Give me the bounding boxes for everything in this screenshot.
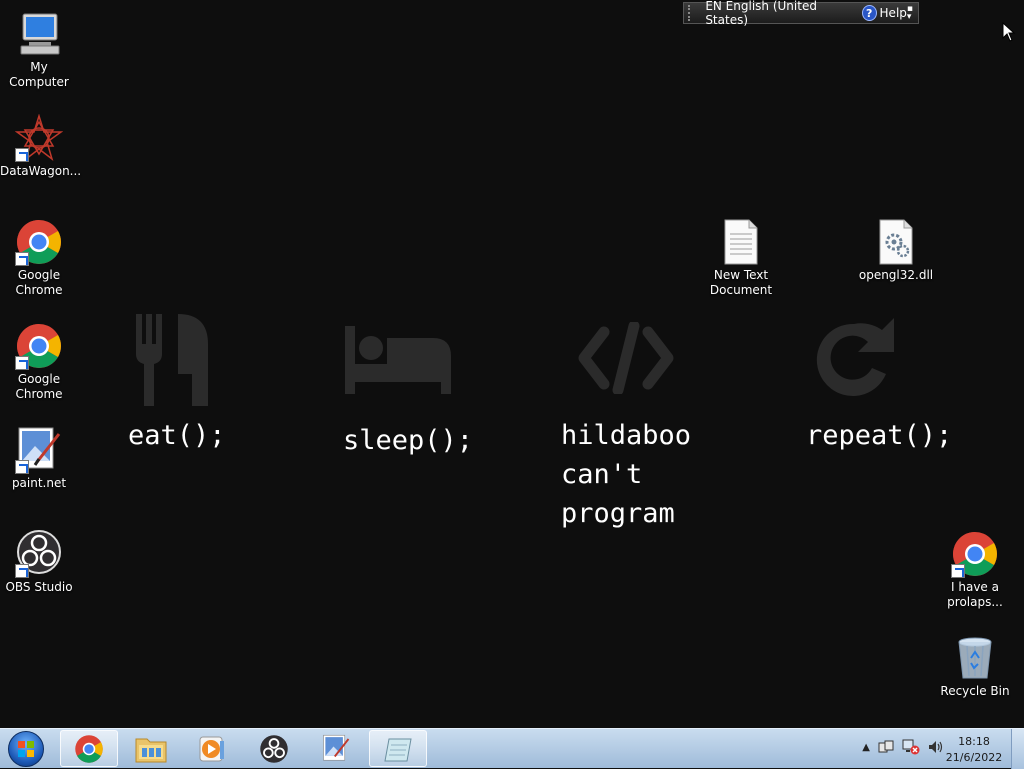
icon-label: paint.net <box>11 476 67 490</box>
desktop-icon-opengl32-dll[interactable]: opengl32.dll <box>857 218 935 283</box>
wallpaper-sleep-text: sleep(); <box>343 425 474 456</box>
code-brackets-icon <box>578 322 674 394</box>
taskbar-explorer-button[interactable] <box>122 730 180 767</box>
icon-label: Recycle Bin <box>940 684 1010 698</box>
text-file-icon <box>717 218 765 266</box>
shortcut-arrow-icon <box>15 564 29 578</box>
taskbar-paintnet-button[interactable] <box>307 730 365 767</box>
datawagon-icon <box>14 113 64 162</box>
clock[interactable]: 18:18 21/6/2022 <box>944 734 1004 766</box>
network-disconnected-icon[interactable] <box>902 739 920 755</box>
grip-handle[interactable] <box>688 5 697 21</box>
fork-knife-icon <box>136 314 208 406</box>
show-hidden-icons-icon[interactable]: ▲ <box>862 742 870 753</box>
obs-icon <box>260 734 288 763</box>
icon-label: New Text Document <box>709 268 773 297</box>
desktop-icon-new-text-document[interactable]: New Text Document <box>702 218 780 298</box>
chrome-icon <box>75 734 103 763</box>
desktop-icon-google-chrome-2[interactable]: Google Chrome <box>0 322 78 402</box>
notepad-icon <box>384 738 412 761</box>
folder-icon <box>135 738 167 762</box>
desktop-icon-paintnet[interactable]: paint.net <box>0 426 78 491</box>
shortcut-arrow-icon <box>15 148 29 162</box>
language-indicator[interactable]: EN English (United States) <box>705 0 849 27</box>
desktop-icon-my-computer[interactable]: My Computer <box>0 10 78 90</box>
icon-label: DataWagon... <box>0 164 82 178</box>
wallpaper-repeat-text: repeat(); <box>806 420 953 451</box>
media-player-icon <box>199 736 224 761</box>
wallpaper-eat-text: eat(); <box>128 420 226 451</box>
icon-label: opengl32.dll <box>858 268 934 282</box>
desktop-icon-datawagon[interactable]: DataWagon... <box>0 113 82 179</box>
bed-icon <box>345 326 451 394</box>
mouse-cursor-icon <box>1002 22 1016 42</box>
recycle-bin-icon <box>951 634 999 682</box>
clock-date: 21/6/2022 <box>945 751 1003 764</box>
taskbar: ▲ 18:18 21/6/2022 <box>0 728 1024 769</box>
taskbar-chrome-button[interactable] <box>60 730 118 767</box>
icon-label: OBS Studio <box>5 580 73 594</box>
wallpaper-code-text: hildaboo can't program <box>561 420 692 529</box>
shortcut-arrow-icon <box>951 564 965 578</box>
volume-icon[interactable] <box>928 739 944 755</box>
shortcut-arrow-icon <box>15 252 29 266</box>
chrome-icon <box>15 322 63 370</box>
desktop-icon-google-chrome[interactable]: Google Chrome <box>0 218 78 298</box>
dll-file-icon <box>872 218 920 266</box>
desktop-icon-recycle-bin[interactable]: Recycle Bin <box>936 634 1014 699</box>
action-center-icon[interactable] <box>878 740 894 754</box>
system-tray: ▲ <box>862 739 944 755</box>
taskbar-media-player-button[interactable] <box>183 730 241 767</box>
windows-logo-icon <box>8 731 44 767</box>
icon-label: My Computer <box>9 60 69 89</box>
icon-label: Google Chrome <box>15 268 63 297</box>
obs-icon <box>15 530 63 578</box>
chrome-icon <box>15 218 63 266</box>
chrome-icon <box>951 530 999 578</box>
clock-time: 18:18 <box>958 735 990 748</box>
shortcut-arrow-icon <box>15 356 29 370</box>
taskbar-obs-button[interactable] <box>245 730 303 767</box>
shortcut-arrow-icon <box>15 460 29 474</box>
taskbar-notepad-button[interactable] <box>369 730 427 767</box>
icon-label: I have a prolaps... <box>947 580 1003 609</box>
repeat-arrow-icon <box>816 318 894 396</box>
desktop-icon-chrome-prolaps[interactable]: I have a prolaps... <box>936 530 1014 610</box>
language-bar[interactable]: EN English (United States) ? Help ▪ ▾ <box>683 0 919 27</box>
help-button[interactable]: Help <box>880 6 907 20</box>
icon-label: Google Chrome <box>15 372 63 401</box>
desktop-icon-obs-studio[interactable]: OBS Studio <box>0 530 78 595</box>
paintnet-icon <box>323 734 350 761</box>
computer-icon <box>15 10 63 58</box>
options-icon[interactable]: ▪ ▾ <box>907 5 913 22</box>
show-desktop-button[interactable] <box>1011 729 1024 769</box>
paintnet-icon <box>15 426 63 474</box>
start-button[interactable] <box>4 729 48 769</box>
help-icon[interactable]: ? <box>861 5 877 21</box>
